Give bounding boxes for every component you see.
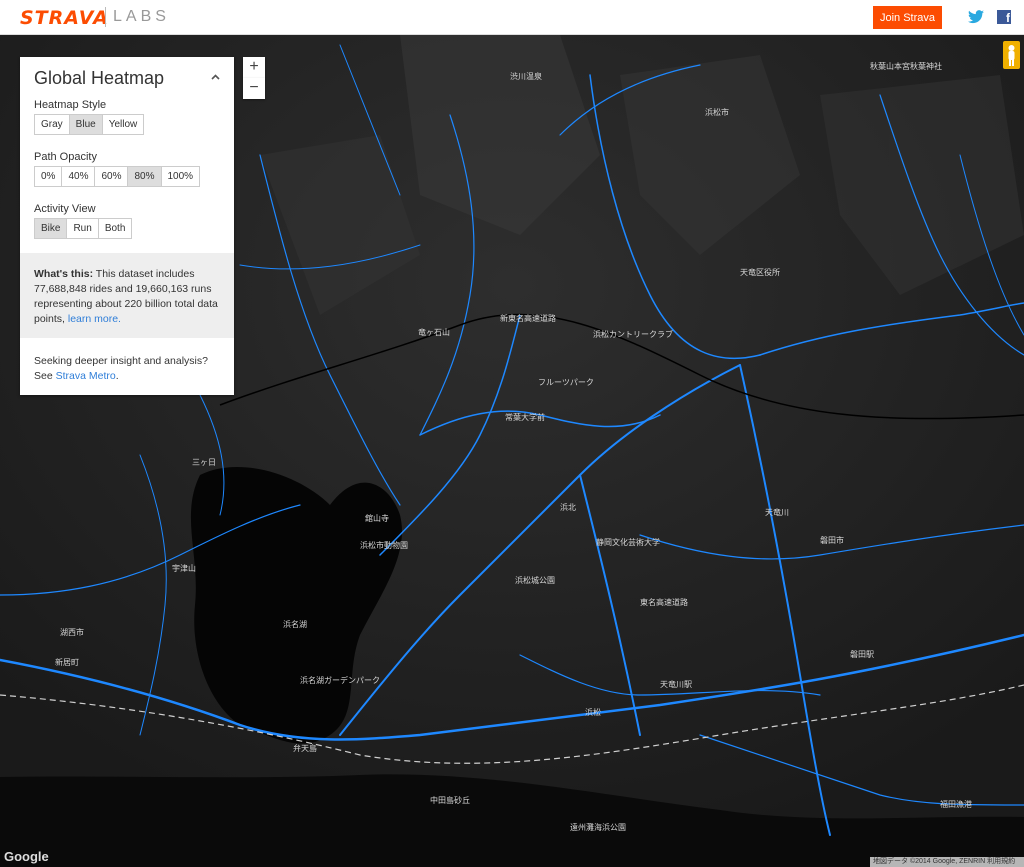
info-text: What's this: This dataset includes 77,68… [34,267,224,327]
map-label: 天竜川 [765,507,789,517]
map-label: 三ヶ日 [192,458,216,467]
map-label: 浜松 [585,707,601,717]
map-label: 浜松市動物園 [360,540,408,550]
activity-view-label: Activity View [34,203,96,215]
activity-view-selector: Bike Run Both [34,218,133,239]
map-label: 東名高速道路 [640,597,688,607]
opacity-option-0[interactable]: 0% [34,166,63,187]
map-label: 静岡文化芸術大学 [596,537,660,547]
map-attribution[interactable]: 地図データ ©2014 Google, ZENRIN 利用規約 [870,857,1024,867]
style-option-yellow[interactable]: Yellow [101,114,145,135]
twitter-icon[interactable] [968,10,984,24]
zoom-out-button[interactable]: − [243,78,265,99]
google-logo: Google [4,849,49,864]
zoom-in-button[interactable]: + [243,57,265,78]
learn-more-link[interactable]: learn more. [68,313,121,325]
map-label: 天竜川駅 [660,679,692,689]
top-bar: STRAVA LABS Join Strava f [0,0,1024,35]
join-strava-button[interactable]: Join Strava [873,6,942,29]
map-label: 福田漁港 [940,799,972,809]
map-label: 遠州灘海浜公園 [570,822,626,832]
map-label: 宇津山 [172,563,196,573]
map-label: 磐田駅 [850,649,874,659]
map-label: 磐田市 [820,535,844,545]
map-label: 弁天島 [293,743,317,753]
strava-logo[interactable]: STRAVA [20,7,109,29]
metro-text: Seeking deeper insight and analysis? See… [34,354,224,384]
seek-end: . [115,370,119,382]
map-label: 竜ヶ石山 [418,327,450,337]
labs-label: LABS [113,8,170,25]
activity-option-run[interactable]: Run [66,218,99,239]
heatmap-style-selector: Gray Blue Yellow [34,114,145,135]
map-label: 浜松カントリークラブ [593,329,673,339]
logo-divider [105,7,106,27]
opacity-option-60[interactable]: 60% [94,166,129,187]
style-option-gray[interactable]: Gray [34,114,70,135]
map-label: 新東名高速道路 [500,313,556,323]
activity-option-both[interactable]: Both [97,218,133,239]
strava-metro-link[interactable]: Strava Metro [56,370,116,382]
heatmap-panel: Global Heatmap Heatmap Style Gray Blue Y… [20,57,234,395]
map-label: 天竜区役所 [740,267,780,277]
info-box: What's this: This dataset includes 77,68… [20,253,234,338]
map-label: 浜名湖ガーデンパーク [300,675,380,685]
opacity-option-100[interactable]: 100% [160,166,201,187]
map-label: 秋葉山本宮秋葉神社 [870,61,942,71]
map-label: 舘山寺 [365,513,389,523]
map-label: 浜松市 [705,107,729,117]
style-option-blue[interactable]: Blue [68,114,103,135]
map-label: 浜名湖 [283,619,307,629]
map-label: 中田島砂丘 [430,795,470,805]
chevron-up-icon[interactable] [211,73,220,82]
heatmap-style-label: Heatmap Style [34,99,107,111]
path-opacity-selector: 0% 40% 60% 80% 100% [34,166,201,187]
map-label: 浜北 [560,502,576,512]
activity-option-bike[interactable]: Bike [34,218,68,239]
map-label: 湖西市 [60,627,84,637]
pegman-icon[interactable] [1003,41,1020,69]
map-label: 新居町 [55,657,79,667]
path-opacity-label: Path Opacity [34,151,97,163]
map-label: フルーツパーク [538,378,594,387]
facebook-icon[interactable]: f [997,10,1011,25]
map-label: 常葉大学前 [505,412,545,422]
info-bold: What's this: [34,268,94,280]
opacity-option-40[interactable]: 40% [61,166,96,187]
opacity-option-80[interactable]: 80% [127,166,162,187]
map-label: 浜松城公園 [515,575,555,585]
panel-title: Global Heatmap [34,68,165,88]
map-label: 渋川温泉 [510,71,542,81]
